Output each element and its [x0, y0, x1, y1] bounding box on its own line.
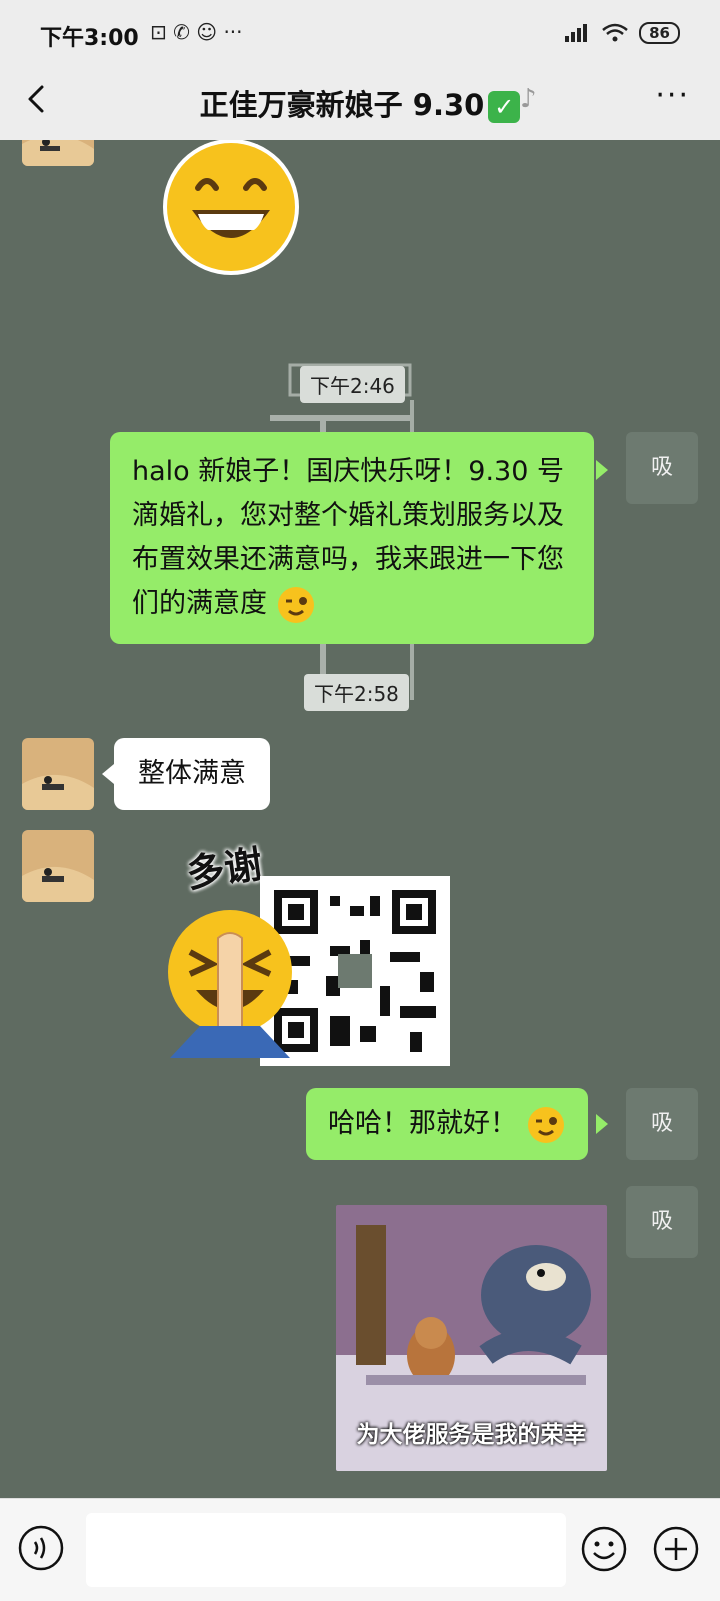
- status-right-icons: 86: [563, 22, 680, 44]
- input-bar: [0, 1498, 720, 1601]
- meme-caption: 为大佬服务是我的荣幸: [356, 1422, 587, 1448]
- wifi-icon: [602, 23, 628, 42]
- voice-icon[interactable]: [18, 1525, 64, 1571]
- wink-emoji-icon: [527, 1106, 564, 1143]
- incoming-message[interactable]: 整体满意: [114, 738, 270, 810]
- more-icon[interactable]: ···: [655, 78, 690, 113]
- message-text: 整体满意: [138, 758, 246, 789]
- wink-emoji-icon: [277, 586, 314, 623]
- message-input[interactable]: [86, 1513, 566, 1587]
- grinning-face-sticker[interactable]: [160, 140, 302, 278]
- chat-title: 正佳万豪新娘子 9.30 ✓: [0, 82, 720, 124]
- bubble-tail: [102, 764, 114, 784]
- bubble-tail: [596, 460, 608, 480]
- signal-icon: [565, 24, 588, 42]
- contact-avatar[interactable]: [22, 830, 94, 902]
- laughing-praying-emoji: [168, 910, 292, 1058]
- contact-avatar[interactable]: [22, 738, 94, 810]
- status-bar: 下午3:00 ⊡ ✆ ☺ ··· 86: [0, 0, 720, 62]
- chat-header: 正佳万豪新娘子 9.30 ✓ ♪ ···: [0, 62, 720, 140]
- thanks-sticker[interactable]: 多谢: [160, 828, 460, 1068]
- my-avatar[interactable]: 吸: [626, 432, 698, 504]
- outgoing-message[interactable]: 哈哈！那就好！: [306, 1088, 588, 1160]
- sticker-text: 多谢: [183, 841, 266, 897]
- ear-icon: ♪: [520, 84, 537, 114]
- my-avatar[interactable]: 吸: [626, 1186, 698, 1258]
- plus-icon[interactable]: [652, 1525, 700, 1573]
- message-text: halo 新娘子！国庆快乐呀！9.30 号滴婚礼，您对整个婚礼策划服务以及布置效…: [132, 456, 564, 619]
- emoji-icon[interactable]: [580, 1525, 628, 1573]
- timestamp: 下午2:46: [300, 366, 405, 403]
- check-mark-icon: ✓: [488, 91, 521, 123]
- timestamp: 下午2:58: [304, 674, 409, 711]
- chat-title-text: 正佳万豪新娘子 9.30: [199, 88, 485, 122]
- outgoing-message[interactable]: halo 新娘子！国庆快乐呀！9.30 号滴婚礼，您对整个婚礼策划服务以及布置效…: [110, 432, 594, 644]
- bubble-tail: [596, 1114, 608, 1134]
- status-notification-icons: ⊡ ✆ ☺ ···: [150, 20, 243, 44]
- meme-image[interactable]: 为大佬服务是我的荣幸: [336, 1205, 607, 1471]
- my-avatar[interactable]: 吸: [626, 1088, 698, 1160]
- contact-avatar[interactable]: [22, 140, 94, 166]
- battery-indicator: 86: [639, 22, 680, 44]
- status-time: 下午3:00: [40, 26, 139, 51]
- chat-area[interactable]: 下午2:46 halo 新娘子！国庆快乐呀！9.30 号滴婚礼，您对整个婚礼策划…: [0, 140, 720, 1498]
- message-text: 哈哈！那就好！: [328, 1108, 517, 1139]
